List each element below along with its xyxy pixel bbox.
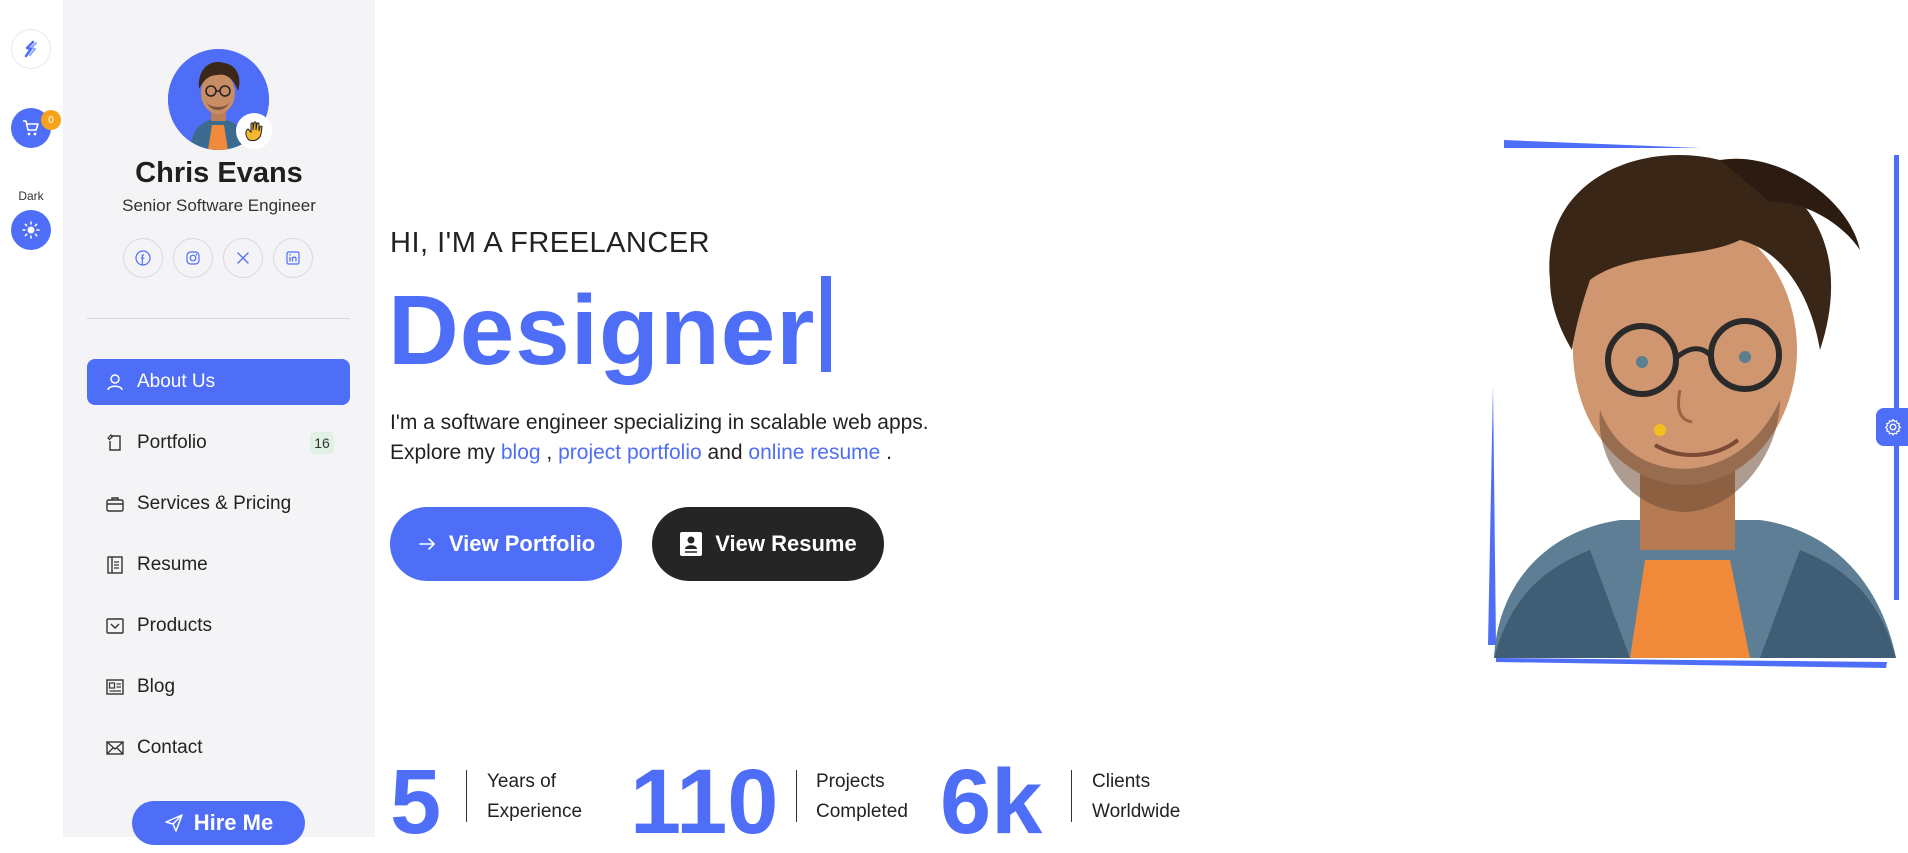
x-icon: [237, 252, 249, 264]
hire-me-button[interactable]: Hire Me: [132, 801, 305, 845]
profile-sidebar: Chris Evans Senior Software Engineer Abo…: [63, 0, 375, 845]
left-rail: 0 Dark: [0, 0, 62, 837]
intro-line-2: Explore my blog , project portfolio and …: [390, 438, 929, 468]
stat-divider: [466, 770, 467, 822]
stat-label-clients: Clients Worldwide: [1092, 767, 1180, 827]
sidebar-item-resume[interactable]: Resume: [87, 542, 350, 588]
stat-label-line: Years of: [487, 771, 557, 792]
linkedin-icon: [286, 251, 300, 265]
portfolio-count-badge: 16: [310, 432, 334, 454]
theme-toggle-button[interactable]: [11, 210, 51, 250]
resume-document-icon: [680, 532, 703, 556]
stat-label-projects: Projects Completed: [816, 767, 908, 827]
sidebar-item-blog[interactable]: Blog: [87, 664, 350, 710]
stat-label-line: Projects: [816, 771, 885, 792]
stat-divider: [1071, 770, 1072, 822]
briefcase-icon: [103, 492, 127, 516]
intro-separator: .: [886, 441, 893, 464]
stat-value-years: 5: [390, 751, 442, 853]
products-icon: [103, 614, 127, 638]
sidebar-nav: About Us Portfolio 16 Services & Pricing…: [87, 359, 350, 786]
online-resume-link[interactable]: online resume: [748, 441, 880, 464]
arrow-right-icon: [419, 538, 435, 550]
view-portfolio-button[interactable]: View Portfolio: [390, 507, 622, 581]
sidebar-item-services-pricing[interactable]: Services & Pricing: [87, 481, 350, 527]
sidebar-item-portfolio[interactable]: Portfolio 16: [87, 420, 350, 466]
view-portfolio-label: View Portfolio: [448, 531, 596, 556]
hero-intro: I'm a software engineer specializing in …: [390, 408, 929, 468]
sidebar-item-label: Resume: [137, 554, 208, 575]
sidebar-item-label: Contact: [137, 737, 203, 758]
blog-link[interactable]: blog: [501, 441, 541, 464]
mail-icon: [103, 736, 127, 760]
hero-kicker: HI, I'M A FREELANCER: [390, 227, 711, 259]
sidebar-item-contact[interactable]: Contact: [87, 725, 350, 771]
sidebar-item-label: Portfolio: [137, 432, 207, 453]
facebook-icon: [135, 250, 151, 266]
waving-hand-icon: [236, 113, 272, 149]
facebook-link[interactable]: [123, 238, 163, 278]
stat-divider: [796, 770, 797, 822]
sidebar-item-about-us[interactable]: About Us: [87, 359, 350, 405]
logo-icon[interactable]: [11, 29, 51, 69]
sidebar-item-label: Products: [137, 615, 212, 636]
intro-line-1: I'm a software engineer specializing in …: [390, 411, 929, 434]
stat-label-line: Experience: [487, 801, 583, 822]
view-resume-label: View Resume: [715, 531, 857, 556]
stat-label-line: Worldwide: [1092, 801, 1181, 822]
instagram-icon: [186, 251, 200, 265]
intro-prefix: Explore my: [390, 441, 496, 464]
stat-value-clients: 6k: [940, 751, 1043, 853]
stat-label-line: Clients: [1092, 771, 1151, 792]
sidebar-item-label: Services & Pricing: [137, 493, 292, 514]
view-resume-button[interactable]: View Resume: [652, 507, 884, 581]
x-link[interactable]: [223, 238, 263, 278]
profile-role: Senior Software Engineer: [122, 196, 316, 215]
intro-separator: ,: [546, 441, 553, 464]
settings-button[interactable]: [1876, 408, 1908, 446]
stat-label-line: Completed: [816, 801, 908, 822]
gear-icon: [1885, 418, 1901, 436]
sidebar-divider: [87, 318, 350, 319]
sidebar-item-products[interactable]: Products: [87, 603, 350, 649]
user-icon: [103, 370, 127, 394]
instagram-link[interactable]: [173, 238, 213, 278]
send-icon: [165, 814, 183, 832]
profile-name: Chris Evans: [135, 157, 303, 189]
stat-label-years: Years of Experience: [487, 767, 582, 827]
blog-icon: [103, 675, 127, 699]
hero-headline: Designer: [388, 275, 832, 385]
typed-role: Designer: [388, 275, 816, 385]
hire-me-label: Hire Me: [193, 810, 274, 835]
project-portfolio-link[interactable]: project portfolio: [558, 441, 702, 464]
theme-label: Dark: [18, 189, 44, 203]
typing-cursor: [821, 276, 832, 372]
social-links: [123, 238, 313, 278]
sidebar-item-label: About Us: [137, 371, 216, 392]
linkedin-link[interactable]: [273, 238, 313, 278]
portfolio-icon: [103, 431, 127, 455]
hero-portrait: [1480, 140, 1900, 670]
sun-icon: [22, 221, 40, 239]
cart-icon: [23, 120, 39, 136]
sidebar-item-label: Blog: [137, 676, 176, 697]
intro-separator: and: [707, 441, 743, 464]
resume-icon: [103, 553, 127, 577]
cart-count-badge: 0: [41, 110, 61, 130]
stat-value-projects: 110: [630, 751, 779, 853]
